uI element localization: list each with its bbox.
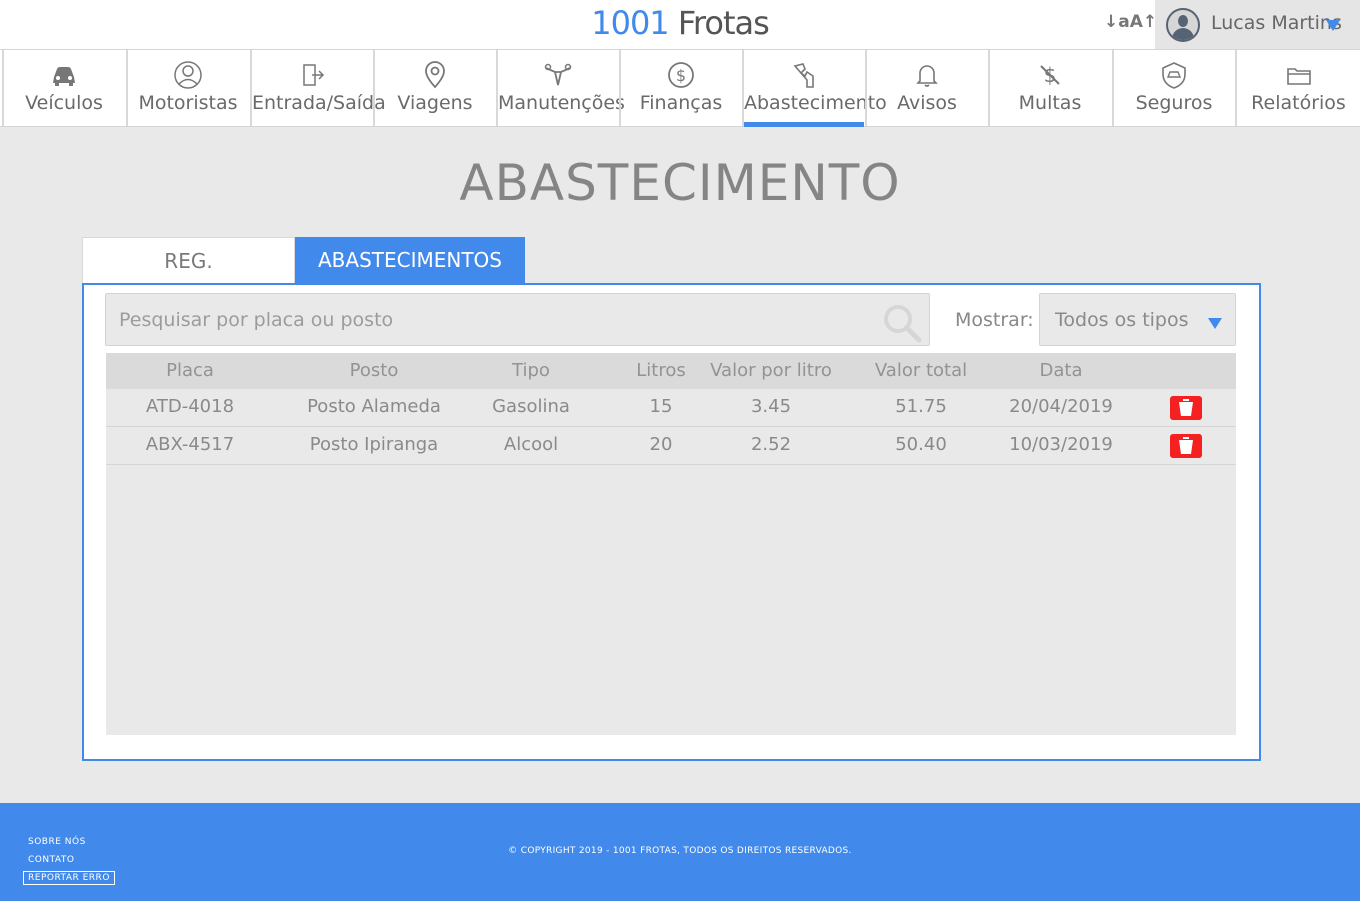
dollar-icon: $ (668, 62, 694, 88)
nav-item-avisos[interactable]: Avisos (865, 50, 987, 126)
user-menu[interactable]: Lucas Martins (1155, 0, 1360, 50)
nav-item-viagens[interactable]: Viagens (373, 50, 495, 126)
user-name: Lucas Martins (1211, 12, 1342, 34)
bell-icon (916, 65, 938, 87)
report-error-button[interactable]: REPORTAR ERRO (23, 871, 115, 885)
table-row[interactable]: ABX-4517 Posto Ipiranga Alcool 20 2.52 5… (106, 427, 1236, 465)
ticket-icon: $ (1040, 63, 1060, 87)
nav-item-seguros[interactable]: Seguros (1112, 50, 1234, 126)
cell-posto: Posto Ipiranga (309, 434, 439, 455)
type-filter-value: Todos os tipos (1055, 309, 1189, 331)
cell-placa: ABX-4517 (145, 434, 235, 455)
abastecimentos-panel: Mostrar: Todos os tipos Placa Posto Tipo… (82, 283, 1261, 761)
avatar (1166, 8, 1200, 42)
folder-icon (1286, 68, 1311, 85)
column-header[interactable]: Posto (282, 353, 466, 389)
nav-label: Relatórios (1251, 92, 1346, 114)
nav-label: Manutenções (498, 92, 625, 114)
wrench-icon (544, 63, 572, 86)
brand-number: 1001 (591, 4, 669, 42)
search-icon[interactable] (881, 302, 923, 344)
search-input[interactable] (106, 294, 866, 345)
column-header[interactable]: Litros (611, 353, 711, 389)
nav-label: Viagens (397, 92, 473, 114)
nav-item-relatorios[interactable]: Relatórios (1235, 50, 1360, 126)
nav-item-abastecimento[interactable]: Abastecimento (742, 50, 887, 127)
nav-label: Multas (1018, 92, 1082, 114)
type-filter-select[interactable]: Todos os tipos (1039, 293, 1236, 346)
abastecimentos-table: Placa Posto Tipo Litros Valor por litro … (106, 353, 1236, 735)
chevron-down-icon (1208, 318, 1222, 329)
cell-litros: 15 (649, 396, 673, 417)
delete-button[interactable] (1170, 434, 1202, 458)
column-header[interactable]: Valor total (861, 353, 981, 389)
cell-data: 20/04/2019 (1009, 396, 1113, 417)
map-pin-icon (425, 61, 445, 89)
chevron-down-icon[interactable] (1326, 20, 1340, 31)
nav-label: Abastecimento (744, 92, 887, 114)
column-header[interactable]: Valor por litro (706, 353, 836, 389)
copyright-text: © COPYRIGHT 2019 - 1001 FROTAS, TODOS OS… (508, 846, 852, 856)
tab-abastecimentos-feitos[interactable]: ABASTECIMENTOS FEITOS (295, 237, 525, 318)
delete-button[interactable] (1170, 396, 1202, 420)
font-size-toggle-button[interactable]: ↓aA↑ (1104, 12, 1157, 32)
search-box[interactable] (105, 293, 930, 346)
door-icon (303, 64, 325, 86)
cell-posto: Posto Alameda (307, 396, 441, 417)
top-bar: 1001 Frotas ↓aA↑ Lucas Martins (0, 0, 1360, 50)
cell-litros: 20 (649, 434, 673, 455)
column-header[interactable]: Placa (128, 353, 252, 389)
column-header[interactable]: Data (1001, 353, 1121, 389)
tab-reg-abastecimento[interactable]: REG. ABASTECIMENTO (82, 237, 295, 319)
cell-placa: ATD-4018 (145, 396, 235, 417)
nav-label: Avisos (897, 92, 957, 114)
cell-valor-por-litro: 3.45 (750, 396, 792, 417)
shield-car-icon (1162, 62, 1186, 89)
trash-icon (1179, 437, 1193, 454)
nav-item-financas[interactable]: $ Finanças (619, 50, 741, 126)
cell-valor-por-litro: 2.52 (750, 434, 792, 455)
nav-label: Seguros (1135, 92, 1213, 114)
nav-item-veiculos[interactable]: Veículos (2, 50, 124, 126)
cell-data: 10/03/2019 (1009, 434, 1113, 455)
active-indicator (744, 122, 864, 127)
nav-label: Finanças (639, 92, 723, 114)
nav-label: Entrada/Saída (252, 92, 386, 114)
cell-valor-total: 50.40 (895, 434, 947, 455)
page-title: ABASTECIMENTO (459, 154, 901, 212)
driver-icon (174, 61, 202, 89)
main-nav: Veículos Motoristas Entrada/Saída Viagen… (0, 49, 1360, 127)
table-row[interactable]: ATD-4018 Posto Alameda Gasolina 15 3.45 … (106, 389, 1236, 427)
fuel-nozzle-icon (793, 63, 814, 88)
car-icon (53, 67, 75, 86)
column-header[interactable]: Tipo (471, 353, 591, 389)
footer: SOBRE NÓS CONTATO REPORTAR ERRO © COPYRI… (0, 803, 1360, 901)
nav-label: Veículos (25, 92, 103, 114)
svg-text:$: $ (676, 66, 686, 85)
nav-item-manutencoes[interactable]: Manutenções (496, 50, 625, 126)
nav-label: Motoristas (138, 92, 238, 114)
cell-tipo: Alcool (503, 434, 559, 455)
table-header: Placa Posto Tipo Litros Valor por litro … (106, 353, 1236, 389)
cell-tipo: Gasolina (492, 396, 570, 417)
show-label: Mostrar: (955, 309, 1034, 331)
nav-item-multas[interactable]: $ Multas (988, 50, 1110, 126)
nav-item-motoristas[interactable]: Motoristas (126, 50, 248, 126)
trash-icon (1179, 399, 1193, 416)
brand-name: Frotas (677, 4, 770, 42)
cell-valor-total: 51.75 (895, 396, 947, 417)
nav-item-entrada-saida[interactable]: Entrada/Saída (250, 50, 386, 126)
footer-link-contact[interactable]: CONTATO (28, 855, 74, 865)
